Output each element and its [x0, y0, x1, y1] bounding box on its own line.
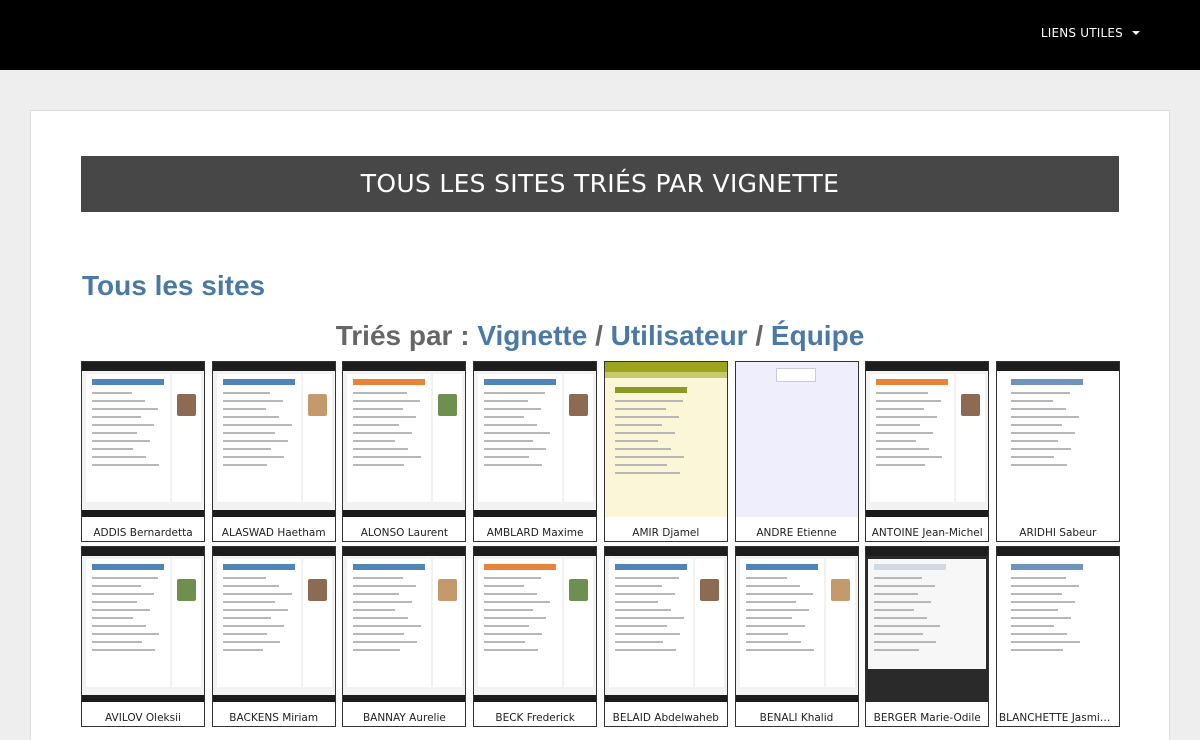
site-preview-image: [604, 547, 727, 702]
site-preview-image: [996, 362, 1119, 517]
site-thumbnail-tile[interactable]: AMBLARD Maxime: [473, 361, 598, 542]
site-owner-name[interactable]: ARIDHI Sabeur: [997, 527, 1119, 539]
sort-separator: /: [595, 320, 603, 351]
site-preview-image: [212, 362, 335, 517]
site-thumbnail-tile[interactable]: AMIR Djamel: [603, 361, 728, 542]
section-title: Tous les sites: [82, 270, 266, 301]
site-thumbnail-tile[interactable]: ALASWAD Haetham: [211, 361, 336, 542]
site-preview-image: [866, 547, 989, 702]
site-owner-name[interactable]: BERGER Marie-Odile: [866, 712, 988, 724]
site-thumbnail-tile[interactable]: BECK Frederick: [473, 546, 598, 727]
site-owner-name[interactable]: BECK Frederick: [474, 712, 596, 724]
site-owner-name[interactable]: BENALI Khalid: [736, 712, 858, 724]
site-thumbnail-tile[interactable]: BERGER Marie-Odile: [865, 546, 990, 727]
site-thumbnail-tile[interactable]: BLANCHETTE Jasmin-C...: [995, 546, 1120, 727]
site-preview-image: [866, 362, 989, 517]
site-owner-name[interactable]: ADDIS Bernardetta: [82, 527, 204, 539]
sort-by-links: Triés par : Vignette / Utilisateur / Équ…: [0, 320, 1200, 352]
site-owner-name[interactable]: ANTOINE Jean-Michel: [866, 527, 988, 539]
site-owner-name[interactable]: AMIR Djamel: [605, 527, 727, 539]
site-thumbnail-tile[interactable]: AVILOV Oleksii: [81, 546, 205, 727]
site-owner-name[interactable]: ALONSO Laurent: [343, 527, 465, 539]
site-owner-name[interactable]: BELAID Abdelwaheb: [605, 712, 727, 724]
site-preview-image: [735, 547, 858, 702]
site-thumbnail-tile[interactable]: ARIDHI Sabeur: [995, 361, 1120, 542]
site-owner-name[interactable]: AMBLARD Maxime: [474, 527, 596, 539]
site-preview-image: [996, 547, 1119, 702]
sort-by-team-link[interactable]: Équipe: [771, 320, 864, 351]
site-thumbnail-tile[interactable]: BANNAY Aurelie: [342, 546, 467, 727]
site-thumbnail-tile[interactable]: ALONSO Laurent: [342, 361, 467, 542]
site-thumbnail-tile[interactable]: ADDIS Bernardetta: [81, 361, 205, 542]
site-preview-image: [474, 362, 597, 517]
site-preview-image: [735, 362, 858, 517]
site-thumbnail-tile[interactable]: BELAID Abdelwaheb: [603, 546, 728, 727]
sort-prefix: Triés par :: [335, 320, 470, 351]
site-thumbnail-tile[interactable]: ANTOINE Jean-Michel: [865, 361, 990, 542]
top-navbar: LIENS UTILES: [0, 0, 1200, 70]
site-owner-name[interactable]: ANDRE Etienne: [736, 527, 858, 539]
site-preview-image: [212, 547, 335, 702]
site-preview-image: [82, 547, 204, 702]
site-preview-image: [82, 362, 204, 517]
site-preview-image: [474, 547, 597, 702]
site-thumbnail-tile[interactable]: BACKENS Miriam: [211, 546, 336, 727]
site-thumbnail-tile[interactable]: BENALI Khalid: [734, 546, 859, 727]
site-owner-name[interactable]: BACKENS Miriam: [213, 712, 335, 724]
site-preview-image: [343, 547, 466, 702]
site-owner-name[interactable]: BLANCHETTE Jasmin-C...: [997, 712, 1119, 724]
site-thumbnail-tile[interactable]: ANDRE Etienne: [734, 361, 859, 542]
page-banner: TOUS LES SITES TRIÉS PAR VIGNETTE: [81, 156, 1119, 212]
sort-by-user-link[interactable]: Utilisateur: [611, 320, 748, 351]
caret-down-icon: [1132, 30, 1140, 35]
useful-links-label: LIENS UTILES: [1040, 26, 1123, 40]
sort-by-thumbnail-link[interactable]: Vignette: [477, 320, 587, 351]
sort-separator: /: [755, 320, 764, 351]
site-preview-image: [343, 362, 466, 517]
useful-links-menu[interactable]: LIENS UTILES: [1041, 26, 1140, 40]
site-owner-name[interactable]: ALASWAD Haetham: [213, 527, 335, 539]
site-owner-name[interactable]: BANNAY Aurelie: [343, 712, 465, 724]
site-owner-name[interactable]: AVILOV Oleksii: [82, 712, 204, 724]
site-preview-image: [604, 362, 727, 517]
